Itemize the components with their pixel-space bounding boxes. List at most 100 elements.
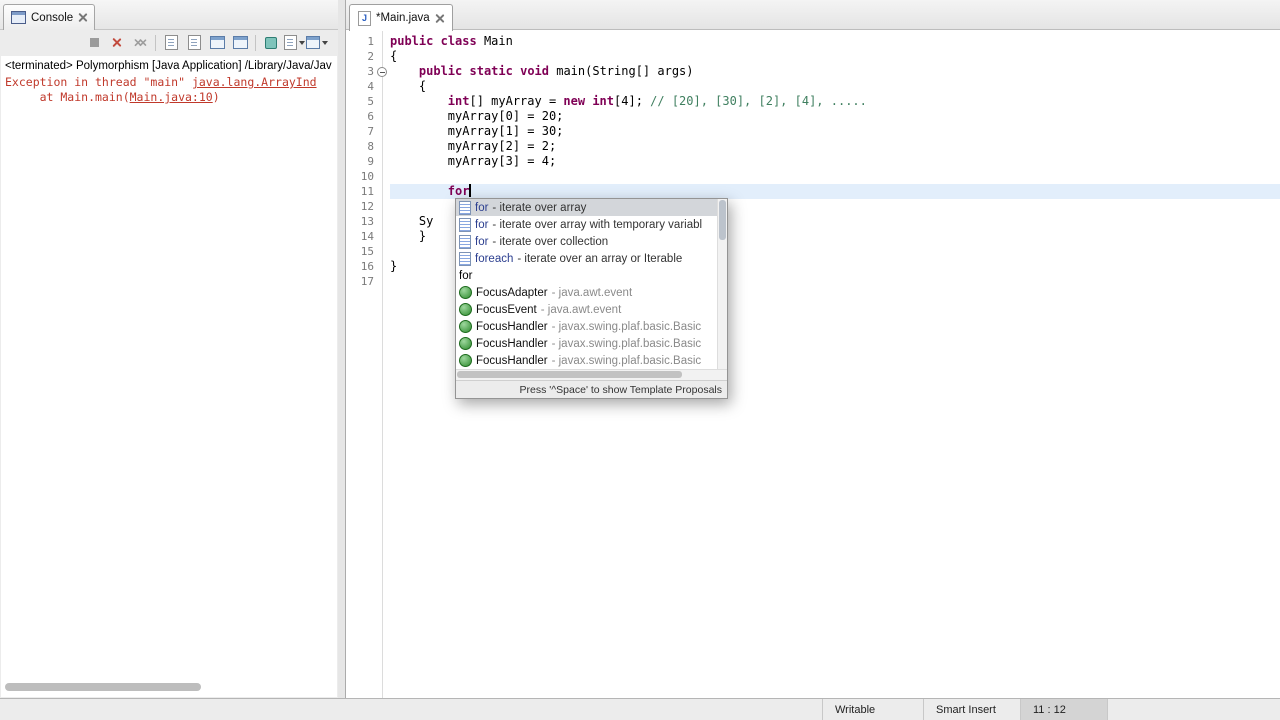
code-line[interactable] (390, 169, 1280, 184)
status-cursor-position: 11 : 12 (1020, 699, 1108, 720)
clear-console-icon (164, 35, 178, 50)
pin-console-button[interactable] (260, 32, 282, 53)
code-line[interactable]: myArray[2] = 2; (390, 139, 1280, 154)
fold-margin (374, 139, 388, 154)
line-number: 12 (360, 200, 374, 213)
fold-margin (374, 199, 388, 214)
popup-horizontal-scrollbar[interactable] (456, 369, 727, 380)
console-error-line: Exception in thread "main" java.lang.Arr… (1, 75, 337, 90)
close-icon[interactable] (435, 14, 444, 23)
open-console-button[interactable] (306, 32, 328, 53)
sash-divider[interactable] (338, 0, 345, 698)
stacktrace-link[interactable]: java.lang.ArrayInd (192, 75, 317, 89)
tab-main-java[interactable]: *Main.java (349, 4, 453, 31)
eclipse-window: Console <terminated> Polymorphism [Java … (0, 0, 1280, 720)
code-line[interactable]: myArray[0] = 20; (390, 109, 1280, 124)
line-number: 1 (367, 35, 374, 48)
code-segment: public (418, 64, 463, 78)
proposal-item[interactable]: FocusHandler - javax.swing.plaf.basic.Ba… (456, 335, 727, 352)
gutter-line: 5 (346, 94, 390, 109)
show-console-on-stderr-button[interactable] (229, 32, 251, 53)
gutter-line: 13 (346, 214, 390, 229)
code-line[interactable]: myArray[1] = 30; (390, 124, 1280, 139)
fold-margin (374, 259, 388, 274)
proposal-name: for (459, 269, 473, 282)
line-number: 7 (367, 125, 374, 138)
proposal-name: FocusEvent (476, 303, 537, 316)
code-line[interactable]: for (390, 184, 1280, 199)
proposal-list: for - iterate over array for - iterate ov… (456, 199, 727, 369)
fold-margin (374, 169, 388, 184)
code-segment: myArray[2] = 2; (390, 139, 557, 153)
proposal-item[interactable]: foreach - iterate over an array or Itera… (456, 250, 727, 267)
code-segment: int (592, 94, 615, 108)
fold-margin (374, 49, 388, 64)
proposal-name: foreach (475, 252, 514, 265)
console-output[interactable]: <terminated> Polymorphism [Java Applicat… (1, 56, 337, 697)
fold-margin (374, 214, 388, 229)
terminate-icon (89, 38, 99, 47)
code-line[interactable]: public static void main(String[] args) (390, 64, 1280, 79)
console-horizontal-scrollbar[interactable] (5, 683, 327, 691)
dropdown-arrow-icon (322, 40, 328, 45)
toolbar-separator (255, 34, 256, 51)
proposal-description: - iterate over array with temporary vari… (492, 218, 703, 231)
code-line[interactable]: { (390, 79, 1280, 94)
proposal-item[interactable]: for - iterate over array with temporary … (456, 216, 727, 233)
fold-margin (374, 184, 388, 199)
fold-margin (374, 154, 388, 169)
clear-console-button[interactable] (160, 32, 182, 53)
code-segment: new (563, 94, 586, 108)
scrollbar-thumb[interactable] (457, 371, 682, 378)
scroll-lock-button[interactable] (183, 32, 205, 53)
code-segment: main(String[] args) (549, 64, 694, 78)
popup-vertical-scrollbar[interactable] (717, 199, 727, 369)
fold-collapse-icon[interactable] (377, 67, 387, 77)
proposal-name: for (475, 201, 489, 214)
template-icon (459, 234, 471, 249)
proposal-item[interactable]: FocusAdapter - java.awt.event (456, 284, 727, 301)
scrollbar-thumb[interactable] (719, 200, 726, 240)
code-line[interactable]: public class Main (390, 34, 1280, 49)
template-icon (459, 217, 471, 232)
code-line[interactable]: { (390, 49, 1280, 64)
remove-all-terminated-button[interactable] (129, 32, 151, 53)
code-segment: { (390, 79, 427, 93)
class-icon (459, 320, 472, 333)
proposal-description: - iterate over an array or Iterable (517, 252, 683, 265)
line-number: 11 (360, 185, 374, 198)
gutter-line: 17 (346, 274, 390, 289)
close-icon[interactable] (78, 13, 87, 22)
show-console-on-stdout-button[interactable] (206, 32, 228, 53)
display-selected-console-button[interactable] (283, 32, 305, 53)
code-segment: Main (476, 34, 513, 48)
proposal-item[interactable]: FocusHandler - javax.swing.plaf.basic.Ba… (456, 318, 727, 335)
stacktrace-link[interactable]: Main.java:10 (130, 90, 213, 104)
proposal-description: - javax.swing.plaf.basic.Basic (551, 354, 702, 367)
code-line[interactable]: myArray[3] = 4; (390, 154, 1280, 169)
class-icon (459, 303, 472, 316)
code-segment: void (520, 64, 549, 78)
proposal-item[interactable]: FocusHandler - javax.swing.plaf.basic.Ba… (456, 352, 727, 369)
proposal-item[interactable]: FocusEvent - java.awt.event (456, 301, 727, 318)
console-toolbar (0, 30, 338, 55)
console-tabbar: Console (0, 0, 338, 30)
remove-all-terminated-icon (133, 37, 147, 49)
class-icon (459, 286, 472, 299)
fold-margin (374, 274, 388, 289)
proposal-item[interactable]: for - iterate over collection (456, 233, 727, 250)
scrollbar-thumb[interactable] (5, 683, 201, 691)
gutter-line: 2 (346, 49, 390, 64)
line-number: 9 (367, 155, 374, 168)
proposal-item[interactable]: for - iterate over array (456, 199, 727, 216)
tab-console[interactable]: Console (3, 4, 96, 30)
proposal-name: FocusAdapter (476, 286, 548, 299)
terminate-button[interactable] (83, 32, 105, 53)
gutter-line: 15 (346, 244, 390, 259)
proposal-item[interactable]: for (456, 267, 727, 284)
code-line[interactable]: int[] myArray = new int[4]; // [20], [30… (390, 94, 1280, 109)
remove-launch-button[interactable] (106, 32, 128, 53)
